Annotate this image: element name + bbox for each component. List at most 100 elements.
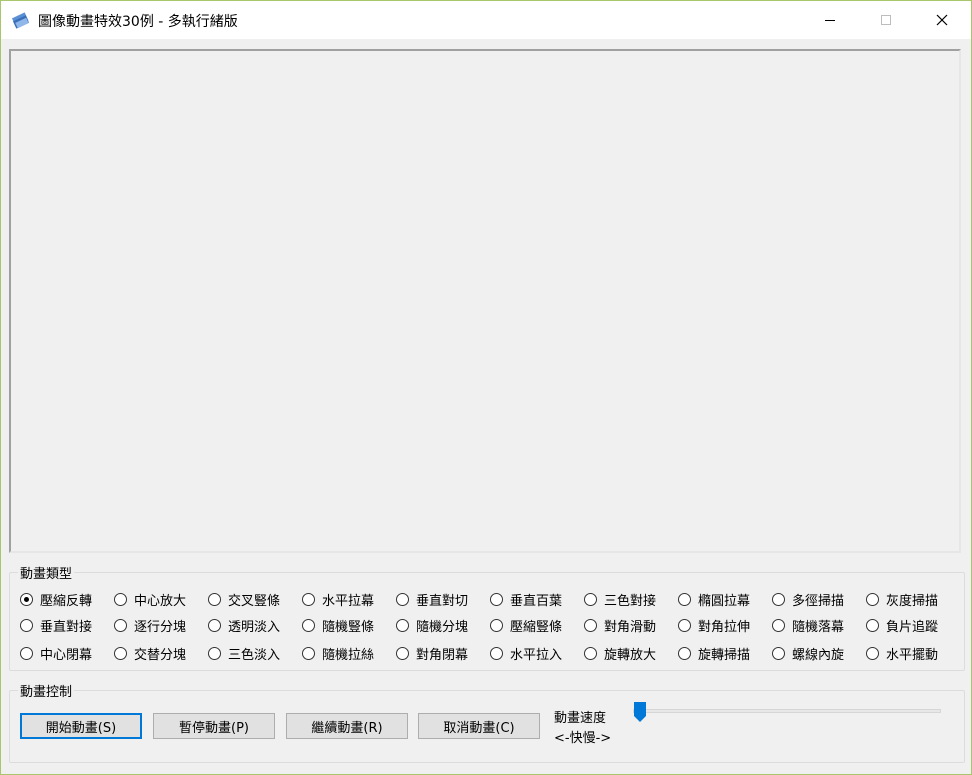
radio-circle[interactable] [208,618,221,632]
animation-type-radio[interactable]: 對角閉幕 [396,643,468,663]
title-bar: 圖像動畫特效30例 - 多執行緒版 [1,1,971,39]
animation-type-radio[interactable]: 中心閉幕 [20,643,92,663]
radio-label: 交替分塊 [134,647,187,663]
animation-type-radio[interactable]: 垂直對接 [20,615,92,635]
animation-type-radio[interactable]: 逐行分塊 [114,615,186,635]
radio-label: 中心放大 [134,593,187,609]
radio-label: 水平拉幕 [322,593,375,609]
radio-circle[interactable] [490,618,503,632]
radio-circle[interactable] [114,618,127,632]
radio-circle[interactable] [302,618,315,632]
radio-label: 逐行分塊 [134,619,187,635]
animation-type-radio[interactable]: 橢圓拉幕 [678,589,750,609]
radio-circle[interactable] [678,618,691,632]
radio-label: 中心閉幕 [40,647,93,663]
radio-label: 壓縮豎條 [510,619,563,635]
radio-label: 旋轉掃描 [698,647,751,663]
animation-type-radio[interactable]: 水平拉幕 [302,589,374,609]
speed-label: 動畫速度 [554,711,607,726]
maximize-icon [881,15,891,25]
radio-circle[interactable] [114,592,127,606]
animation-type-radio[interactable]: 壓縮豎條 [490,615,562,635]
radio-circle[interactable] [302,592,315,606]
animation-type-radio[interactable]: 旋轉放大 [584,643,656,663]
speed-hint: <-快慢-> [554,731,612,746]
animation-type-radio[interactable]: 垂直對切 [396,589,468,609]
radio-circle[interactable] [396,618,409,632]
radio-label: 水平擺動 [886,647,939,663]
animation-type-radio[interactable]: 交叉豎條 [208,589,280,609]
animation-type-radio[interactable]: 三色對接 [584,589,656,609]
animation-type-radio[interactable]: 壓縮反轉 [20,589,92,609]
animation-type-radio[interactable]: 交替分塊 [114,643,186,663]
radio-circle[interactable] [490,646,503,660]
resume-animation-button[interactable]: 繼續動畫(R) [286,713,408,739]
radio-label: 垂直百葉 [510,593,563,609]
radio-label: 負片追蹤 [886,619,939,635]
animation-control-group-label: 動畫控制 [18,681,75,700]
radio-circle[interactable] [208,646,221,660]
animation-type-radio[interactable]: 對角拉伸 [678,615,750,635]
animation-type-radio[interactable]: 灰度掃描 [866,589,938,609]
radio-circle[interactable] [584,618,597,632]
radio-circle[interactable] [772,618,785,632]
speed-slider-thumb[interactable] [633,701,647,723]
radio-label: 橢圓拉幕 [698,593,751,609]
animation-type-radio[interactable]: 多徑掃描 [772,589,844,609]
radio-circle[interactable] [866,618,879,632]
radio-circle[interactable] [678,592,691,606]
animation-type-radio[interactable]: 隨機落幕 [772,615,844,635]
animation-type-radio[interactable]: 中心放大 [114,589,186,609]
animation-type-radio[interactable]: 透明淡入 [208,615,280,635]
radio-circle[interactable] [584,592,597,606]
animation-type-radio[interactable]: 垂直百葉 [490,589,562,609]
radio-label: 透明淡入 [228,619,281,635]
animation-type-radio[interactable]: 螺線內旋 [772,643,844,663]
radio-label: 隨機落幕 [792,619,845,635]
radio-circle[interactable] [20,618,33,632]
radio-label: 旋轉放大 [604,647,657,663]
animation-type-radio[interactable]: 三色淡入 [208,643,280,663]
radio-circle[interactable] [772,646,785,660]
radio-circle[interactable] [772,592,785,606]
radio-label: 垂直對接 [40,619,93,635]
radio-label: 螺線內旋 [792,647,845,663]
animation-type-radio[interactable]: 旋轉掃描 [678,643,750,663]
radio-circle[interactable] [396,646,409,660]
animation-type-radio[interactable]: 水平擺動 [866,643,938,663]
radio-circle[interactable] [20,592,33,606]
radio-circle[interactable] [208,592,221,606]
radio-circle[interactable] [114,646,127,660]
radio-circle[interactable] [490,592,503,606]
animation-type-group-label: 動畫類型 [18,563,75,582]
radio-circle[interactable] [20,646,33,660]
radio-label: 三色淡入 [228,647,281,663]
cancel-animation-button[interactable]: 取消動畫(C) [418,713,540,739]
radio-circle[interactable] [678,646,691,660]
animation-type-radio[interactable]: 隨機拉絲 [302,643,374,663]
radio-label: 水平拉入 [510,647,563,663]
animation-type-radio[interactable]: 水平拉入 [490,643,562,663]
animation-type-radio[interactable]: 隨機分塊 [396,615,468,635]
window-title: 圖像動畫特效30例 - 多執行緒版 [38,14,238,30]
radio-label: 交叉豎條 [228,593,281,609]
animation-type-radio[interactable]: 對角滑動 [584,615,656,635]
close-button[interactable] [919,1,965,39]
main-window: 圖像動畫特效30例 - 多執行緒版 動畫類型 壓縮反轉 中心放大 交叉豎條 水平拉幕垂… [0,0,972,775]
radio-label: 對角閉幕 [416,647,469,663]
minimize-button[interactable] [807,1,853,39]
radio-circle[interactable] [866,646,879,660]
radio-circle[interactable] [866,592,879,606]
animation-type-radio[interactable]: 負片追蹤 [866,615,938,635]
close-icon [936,14,948,26]
radio-circle[interactable] [584,646,597,660]
start-animation-button[interactable]: 開始動畫(S) [20,713,142,739]
speed-slider-track[interactable] [633,709,941,713]
radio-label: 垂直對切 [416,593,469,609]
animation-type-radio[interactable]: 隨機豎條 [302,615,374,635]
pause-animation-button[interactable]: 暫停動畫(P) [153,713,275,739]
maximize-button[interactable] [863,1,909,39]
radio-label: 隨機分塊 [416,619,469,635]
radio-circle[interactable] [302,646,315,660]
radio-circle[interactable] [396,592,409,606]
